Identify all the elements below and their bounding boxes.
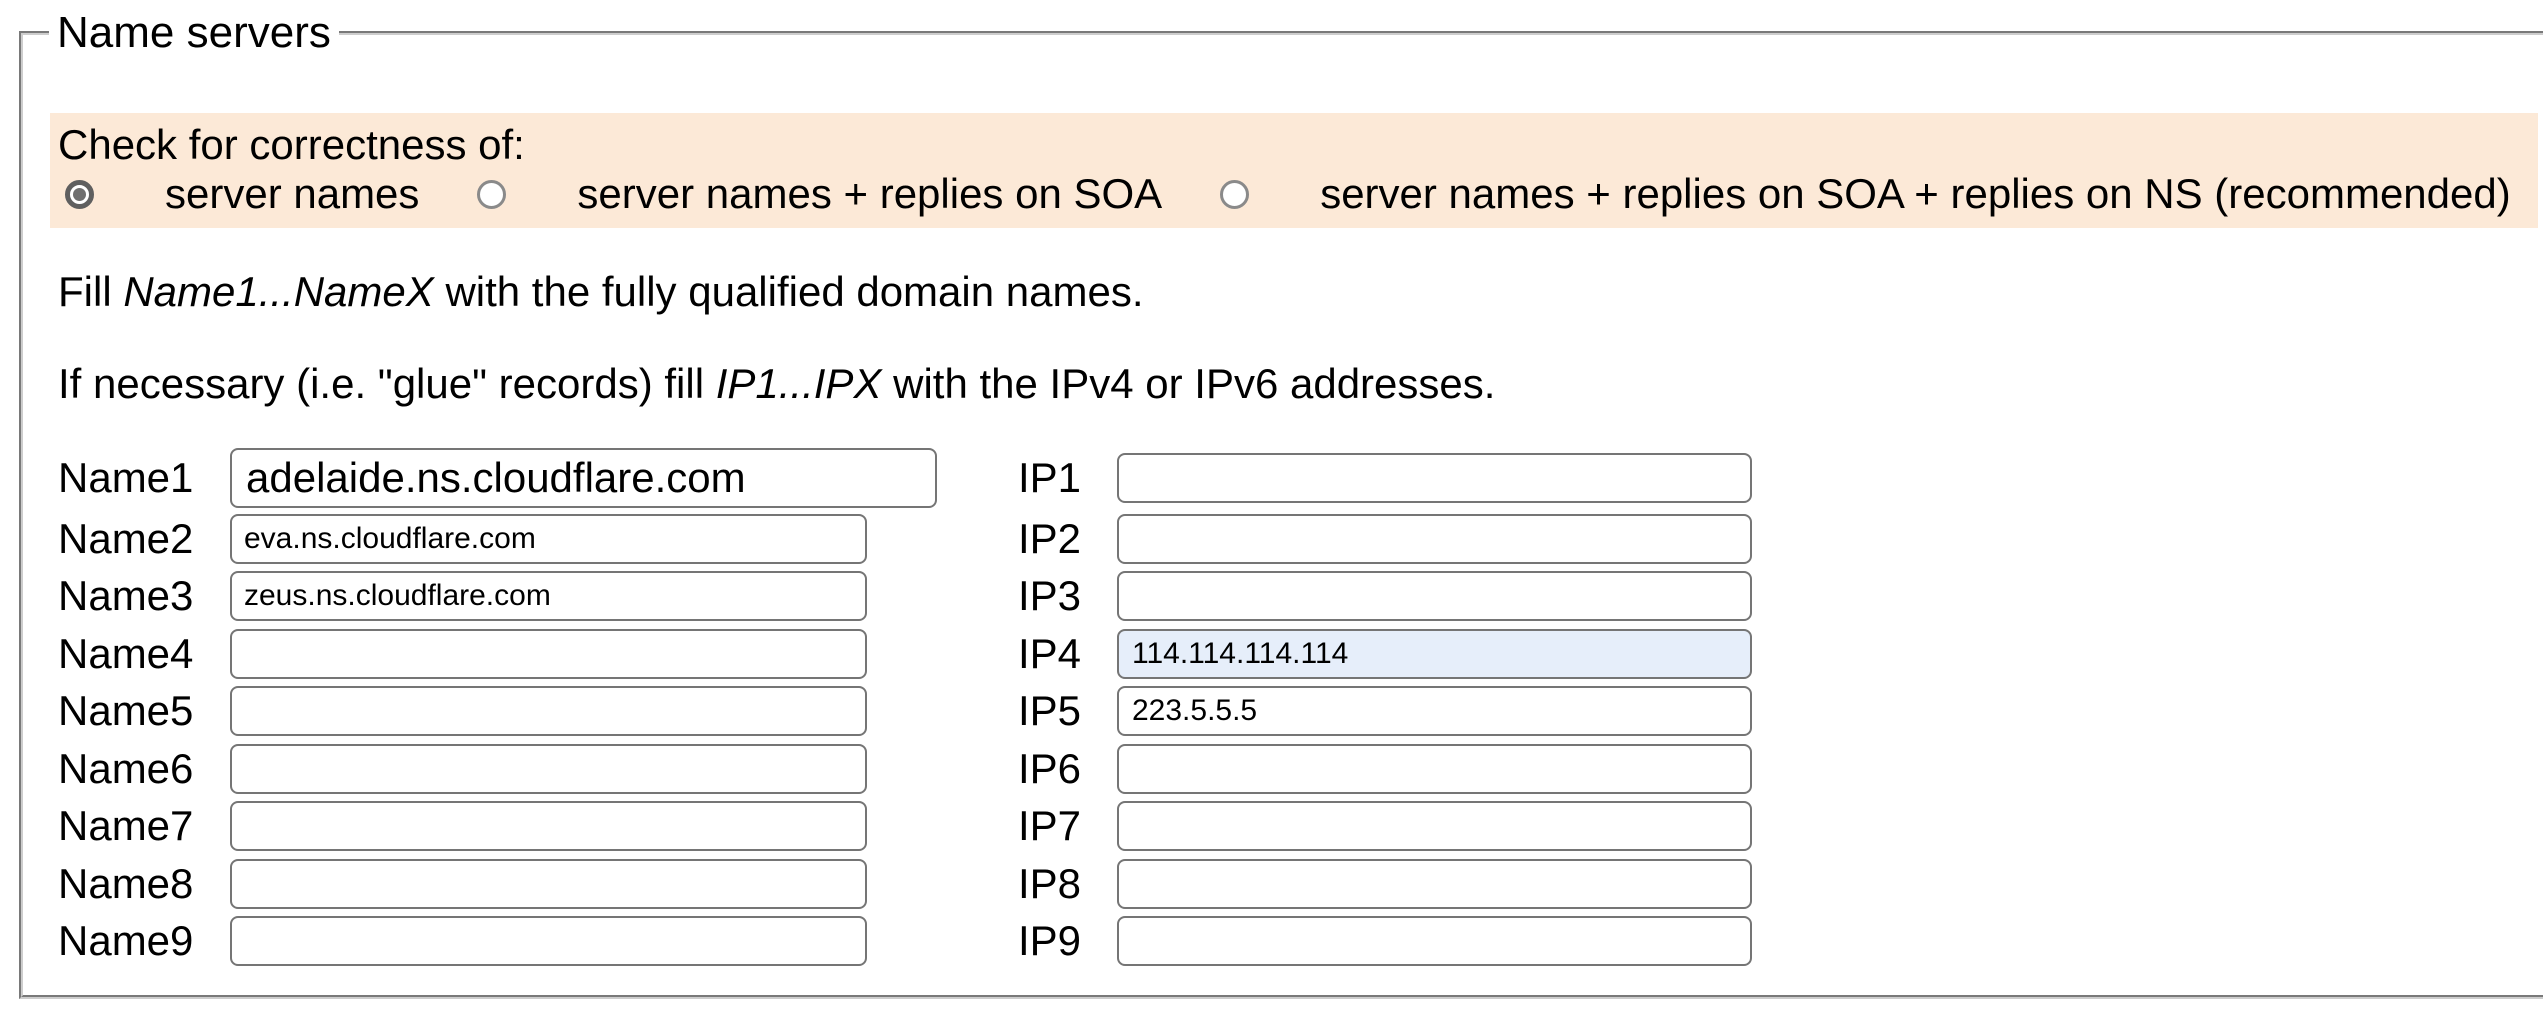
name-servers-grid: Name1 IP1 Name2 IP2 Name3 IP3 Name4 IP4 …: [58, 445, 2543, 970]
check-mode-radio-group: server names server names + replies on S…: [58, 172, 2538, 216]
name3-input[interactable]: [230, 571, 867, 621]
instruction-text: with the IPv4 or IPv6 addresses.: [881, 360, 1495, 407]
fieldset-legend: Name servers: [49, 8, 339, 58]
name4-label: Name4: [58, 633, 193, 675]
name7-input[interactable]: [230, 801, 867, 851]
ip5-input[interactable]: [1117, 686, 1752, 736]
check-correctness-banner: Check for correctness of: server names s…: [50, 113, 2538, 228]
name8-label: Name8: [58, 863, 193, 905]
name6-label: Name6: [58, 748, 193, 790]
ip8-label: IP8: [1018, 863, 1081, 905]
name1-label: Name1: [58, 457, 193, 499]
ip5-label: IP5: [1018, 690, 1081, 732]
radio-selected-dot: [73, 188, 86, 201]
radio-option-server-names[interactable]: server names: [65, 172, 419, 216]
name9-input[interactable]: [230, 916, 867, 966]
fill-names-instruction: Fill Name1...NameX with the fully qualif…: [58, 268, 2543, 316]
instruction-text: with the fully qualified domain names.: [434, 268, 1144, 315]
ip6-input[interactable]: [1117, 744, 1752, 794]
radio-button-icon[interactable]: [1220, 180, 1249, 209]
radio-option-label: server names: [165, 172, 419, 216]
name3-label: Name3: [58, 575, 193, 617]
name5-label: Name5: [58, 690, 193, 732]
ip2-input[interactable]: [1117, 514, 1752, 564]
instruction-text: If necessary (i.e. "glue" records) fill: [58, 360, 716, 407]
name2-input[interactable]: [230, 514, 867, 564]
ip9-label: IP9: [1018, 920, 1081, 962]
name1-input[interactable]: [230, 448, 937, 508]
ip3-input[interactable]: [1117, 571, 1752, 621]
radio-option-label: server names + replies on SOA + replies …: [1320, 172, 2511, 216]
fill-ips-instruction: If necessary (i.e. "glue" records) fill …: [58, 360, 2543, 408]
instruction-italic-text: IP1...IPX: [716, 360, 882, 407]
ip6-label: IP6: [1018, 748, 1081, 790]
instruction-italic-text: Name1...NameX: [123, 268, 433, 315]
ip2-label: IP2: [1018, 518, 1081, 560]
name2-label: Name2: [58, 518, 193, 560]
ip9-input[interactable]: [1117, 916, 1752, 966]
ip8-input[interactable]: [1117, 859, 1752, 909]
name7-label: Name7: [58, 805, 193, 847]
name8-input[interactable]: [230, 859, 867, 909]
ip4-label: IP4: [1018, 633, 1081, 675]
ip7-label: IP7: [1018, 805, 1081, 847]
name-servers-fieldset: Name servers Check for correctness of: s…: [19, 8, 2543, 999]
radio-option-server-names-soa[interactable]: server names + replies on SOA: [477, 172, 1162, 216]
instruction-text: Fill: [58, 268, 123, 315]
ip1-input[interactable]: [1117, 453, 1752, 503]
name4-input[interactable]: [230, 629, 867, 679]
name9-label: Name9: [58, 920, 193, 962]
ip1-label: IP1: [1018, 457, 1081, 499]
radio-option-label: server names + replies on SOA: [577, 172, 1162, 216]
ip3-label: IP3: [1018, 575, 1081, 617]
radio-button-icon[interactable]: [65, 180, 94, 209]
ip7-input[interactable]: [1117, 801, 1752, 851]
name6-input[interactable]: [230, 744, 867, 794]
check-correctness-prompt: Check for correctness of:: [58, 120, 2538, 170]
name5-input[interactable]: [230, 686, 867, 736]
radio-button-icon[interactable]: [477, 180, 506, 209]
ip4-input[interactable]: [1117, 629, 1752, 679]
radio-option-server-names-soa-ns[interactable]: server names + replies on SOA + replies …: [1220, 172, 2511, 216]
